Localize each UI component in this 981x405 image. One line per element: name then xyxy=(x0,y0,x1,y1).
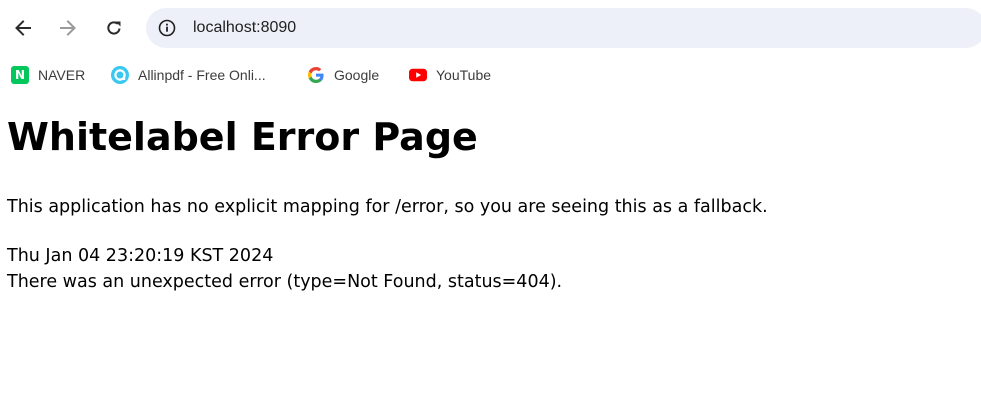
bookmark-label: YouTube xyxy=(436,67,492,83)
youtube-icon xyxy=(409,66,427,84)
bookmark-google[interactable]: Google xyxy=(307,64,379,86)
reload-button[interactable] xyxy=(98,12,130,44)
arrow-left-icon xyxy=(15,20,31,36)
address-bar[interactable]: localhost:8090 xyxy=(146,8,981,48)
bookmarks-bar: N NAVER Allinpdf - Free Onli... Google Y… xyxy=(0,56,981,93)
back-button[interactable] xyxy=(7,12,39,44)
bookmark-label: NAVER xyxy=(38,67,86,83)
google-icon xyxy=(307,66,325,84)
bookmark-naver[interactable]: N NAVER xyxy=(11,64,85,86)
browser-toolbar: localhost:8090 xyxy=(0,0,981,56)
error-details: Thu Jan 04 23:20:19 KST 2024 There was a… xyxy=(7,243,562,295)
site-info-icon[interactable] xyxy=(157,18,177,38)
bookmark-label: Google xyxy=(334,67,380,83)
error-detail-text: There was an unexpected error (type=Not … xyxy=(7,272,563,292)
error-message: This application has no explicit mapping… xyxy=(7,197,768,217)
naver-icon-letter: N xyxy=(11,66,29,84)
page-title: Whitelabel Error Page xyxy=(7,115,478,159)
allinpdf-icon xyxy=(111,66,129,84)
forward-button[interactable] xyxy=(52,12,84,44)
bookmark-allinpdf[interactable]: Allinpdf - Free Onli... xyxy=(111,64,266,86)
bookmark-youtube[interactable]: YouTube xyxy=(409,64,491,86)
bookmark-label: Allinpdf - Free Onli... xyxy=(138,67,266,83)
url-text[interactable]: localhost:8090 xyxy=(193,19,296,37)
reload-icon xyxy=(107,21,121,35)
error-timestamp: Thu Jan 04 23:20:19 KST 2024 xyxy=(7,246,274,266)
naver-icon: N xyxy=(11,66,29,84)
arrow-right-icon xyxy=(60,20,76,36)
